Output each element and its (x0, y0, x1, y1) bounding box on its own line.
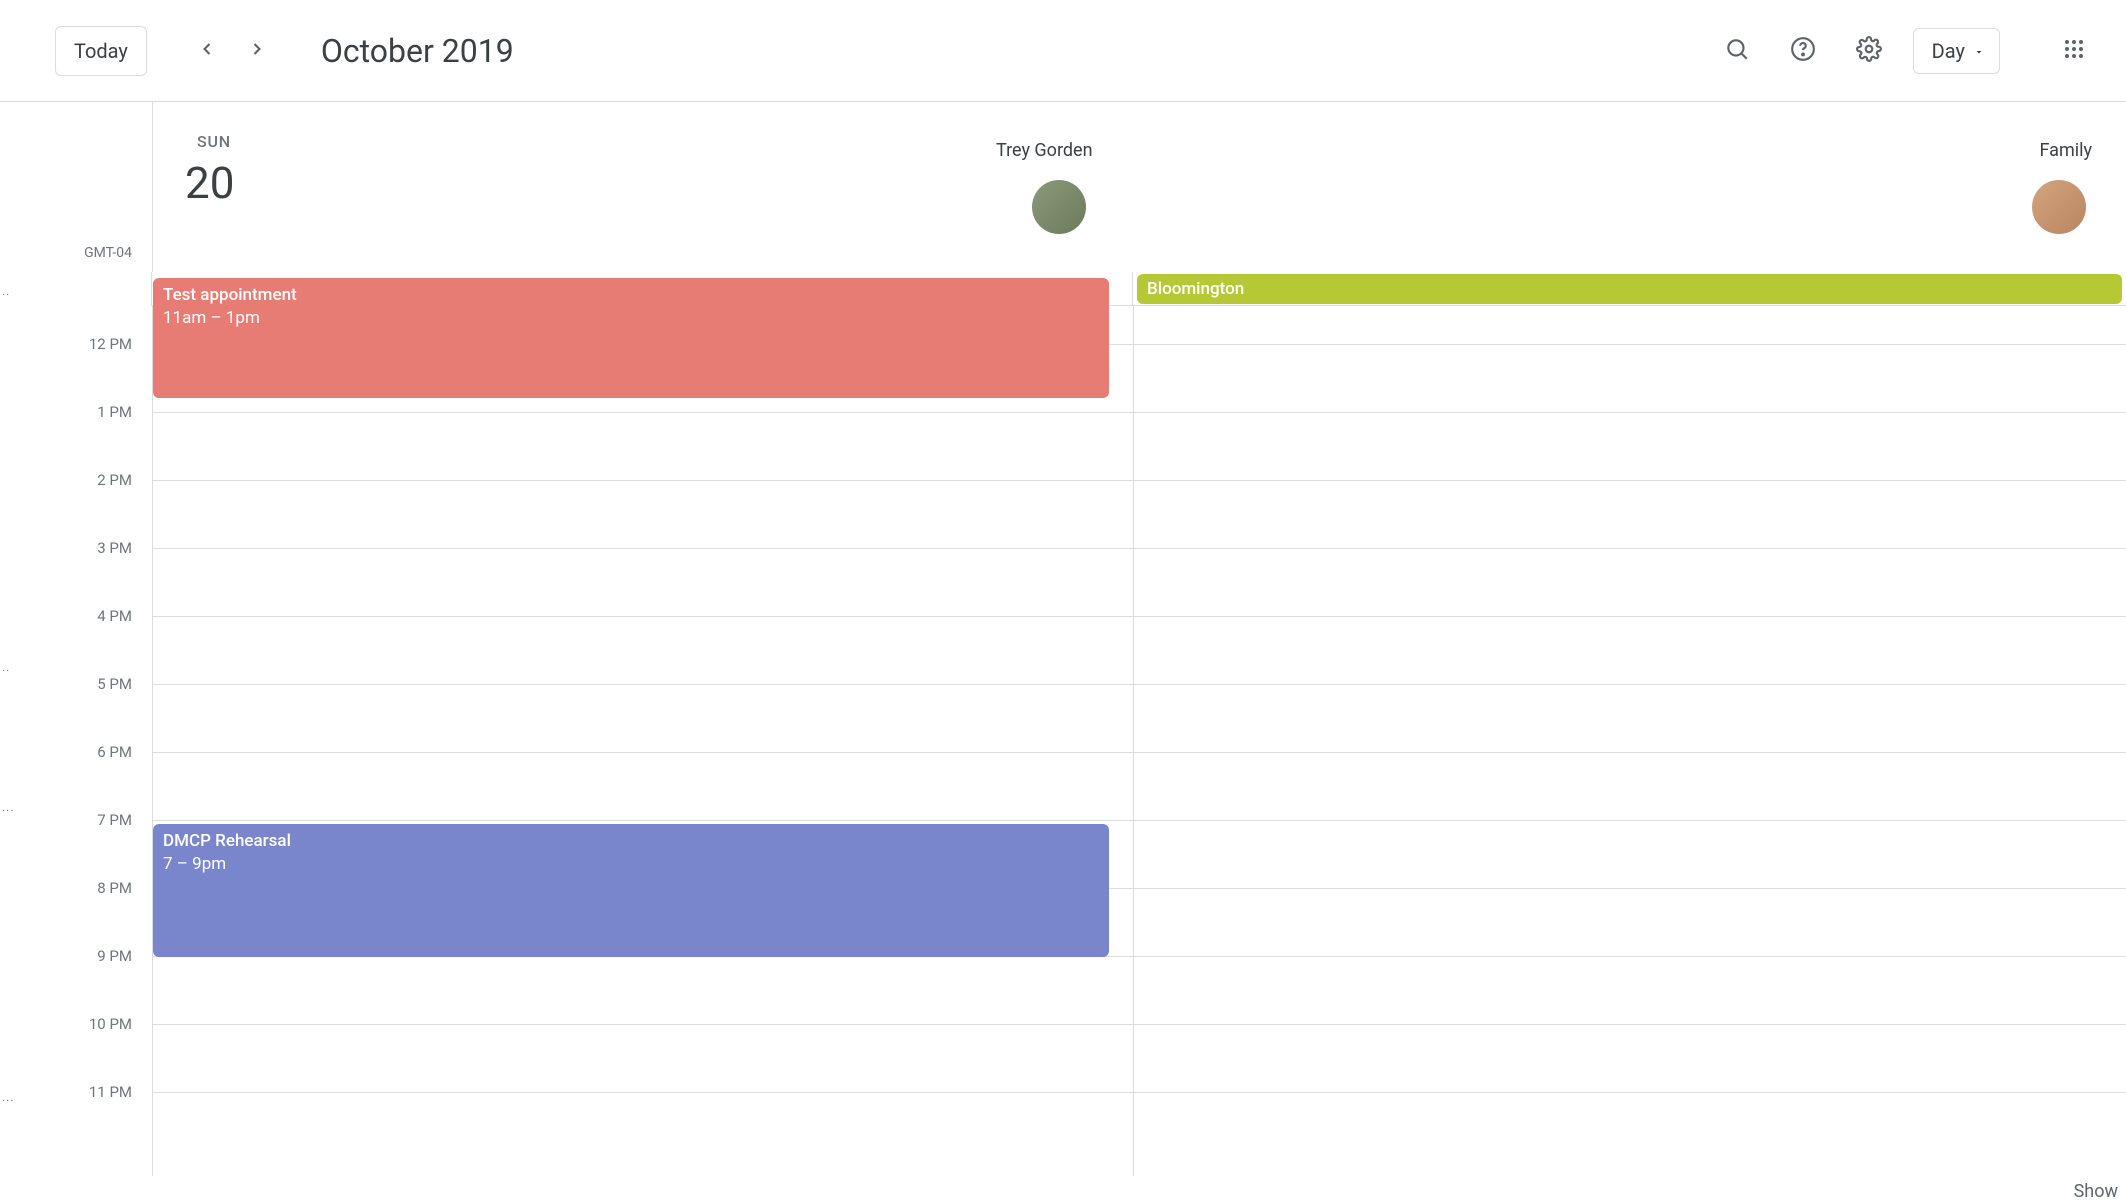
event-time: 11am – 1pm (163, 307, 1099, 330)
time-label: 5 PM (97, 675, 132, 693)
search-button[interactable] (1715, 29, 1759, 73)
person-name: Family (2040, 140, 2093, 161)
collapsed-panel-marker[interactable]: .. (2, 284, 10, 298)
collapsed-panel-marker[interactable]: .. (2, 660, 10, 674)
chevron-left-icon (197, 39, 217, 62)
time-label: 10 PM (89, 1015, 132, 1033)
hour-line (153, 752, 2126, 753)
page-title: October 2019 (321, 32, 514, 70)
gear-icon (1856, 36, 1882, 65)
event-title: Test appointment (163, 284, 1099, 307)
calendar-person-1: Family (2040, 140, 2093, 171)
date-number: 20 (185, 157, 234, 209)
help-button[interactable] (1781, 29, 1825, 73)
settings-button[interactable] (1847, 29, 1891, 73)
date-nav (185, 29, 279, 73)
header-actions: Day (1715, 28, 2096, 74)
allday-cell-family[interactable]: Bloomington (1132, 272, 2126, 306)
search-icon (1724, 36, 1750, 65)
time-label: 8 PM (97, 879, 132, 897)
app-header: Today October 2019 (0, 0, 2126, 102)
time-label: 2 PM (97, 471, 132, 489)
google-apps-button[interactable] (2052, 29, 2096, 73)
apps-grid-icon (2062, 37, 2086, 64)
time-label: 3 PM (97, 539, 132, 557)
avatar[interactable] (1032, 180, 1086, 234)
view-selector[interactable]: Day (1913, 28, 2000, 74)
hour-line (153, 684, 2126, 685)
time-gutter: 12 PM 1 PM 2 PM 3 PM 4 PM 5 PM 6 PM 7 PM 8 PM 9 P… (0, 306, 152, 1176)
event-time: 7 – 9pm (163, 853, 1099, 876)
person-name: Trey Gorden (996, 140, 1093, 161)
caret-down-icon (1973, 39, 1985, 63)
calendar-event[interactable]: Test appointment11am – 1pm (153, 278, 1109, 398)
allday-event-bloomington[interactable]: Bloomington (1137, 274, 2122, 304)
view-selector-label: Day (1932, 39, 1965, 63)
time-label: 11 PM (89, 1083, 132, 1101)
today-button[interactable]: Today (55, 26, 147, 76)
hour-line (153, 1024, 2126, 1025)
day-label[interactable]: SUN 20 (152, 102, 1108, 272)
time-label: 1 PM (97, 403, 132, 421)
time-label: 7 PM (97, 811, 132, 829)
weekday-label: SUN (197, 132, 231, 151)
timezone-gutter: GMT-04 (0, 102, 152, 272)
avatar[interactable] (2032, 180, 2086, 234)
day-header-row: GMT-04 SUN 20 Trey Gorden Family (0, 102, 2126, 272)
avatar-wrapper-1 (2032, 180, 2086, 234)
avatar-wrapper-0 (1032, 180, 1086, 234)
prev-day-button[interactable] (185, 29, 229, 73)
time-label: 12 PM (89, 335, 132, 353)
next-day-button[interactable] (235, 29, 279, 73)
hour-line (153, 1092, 2126, 1093)
calendar-person-0: Trey Gorden (996, 140, 1093, 171)
hour-line (153, 548, 2126, 549)
hour-line (153, 412, 2126, 413)
hour-line (153, 616, 2126, 617)
collapsed-panel-marker[interactable]: ... (2, 1090, 15, 1104)
column-divider (1133, 306, 1134, 1176)
time-label: 6 PM (97, 743, 132, 761)
chevron-right-icon (247, 39, 267, 62)
calendar-event[interactable]: DMCP Rehearsal7 – 9pm (153, 824, 1109, 957)
time-label: 4 PM (97, 607, 132, 625)
time-grid: 12 PM 1 PM 2 PM 3 PM 4 PM 5 PM 6 PM 7 PM 8 PM 9 P… (0, 306, 2126, 1176)
hour-line (153, 820, 2126, 821)
footer-show-label[interactable]: Show (2074, 1181, 2118, 1202)
hour-line (153, 480, 2126, 481)
time-label: 9 PM (97, 947, 132, 965)
collapsed-panel-marker[interactable]: ... (2, 800, 15, 814)
allday-gutter (0, 272, 152, 306)
help-icon (1790, 36, 1816, 65)
timezone-label: GMT-04 (84, 245, 132, 261)
event-title: DMCP Rehearsal (163, 830, 1099, 853)
grid-body[interactable]: Test appointment11am – 1pmDMCP Rehearsal… (152, 306, 2126, 1176)
